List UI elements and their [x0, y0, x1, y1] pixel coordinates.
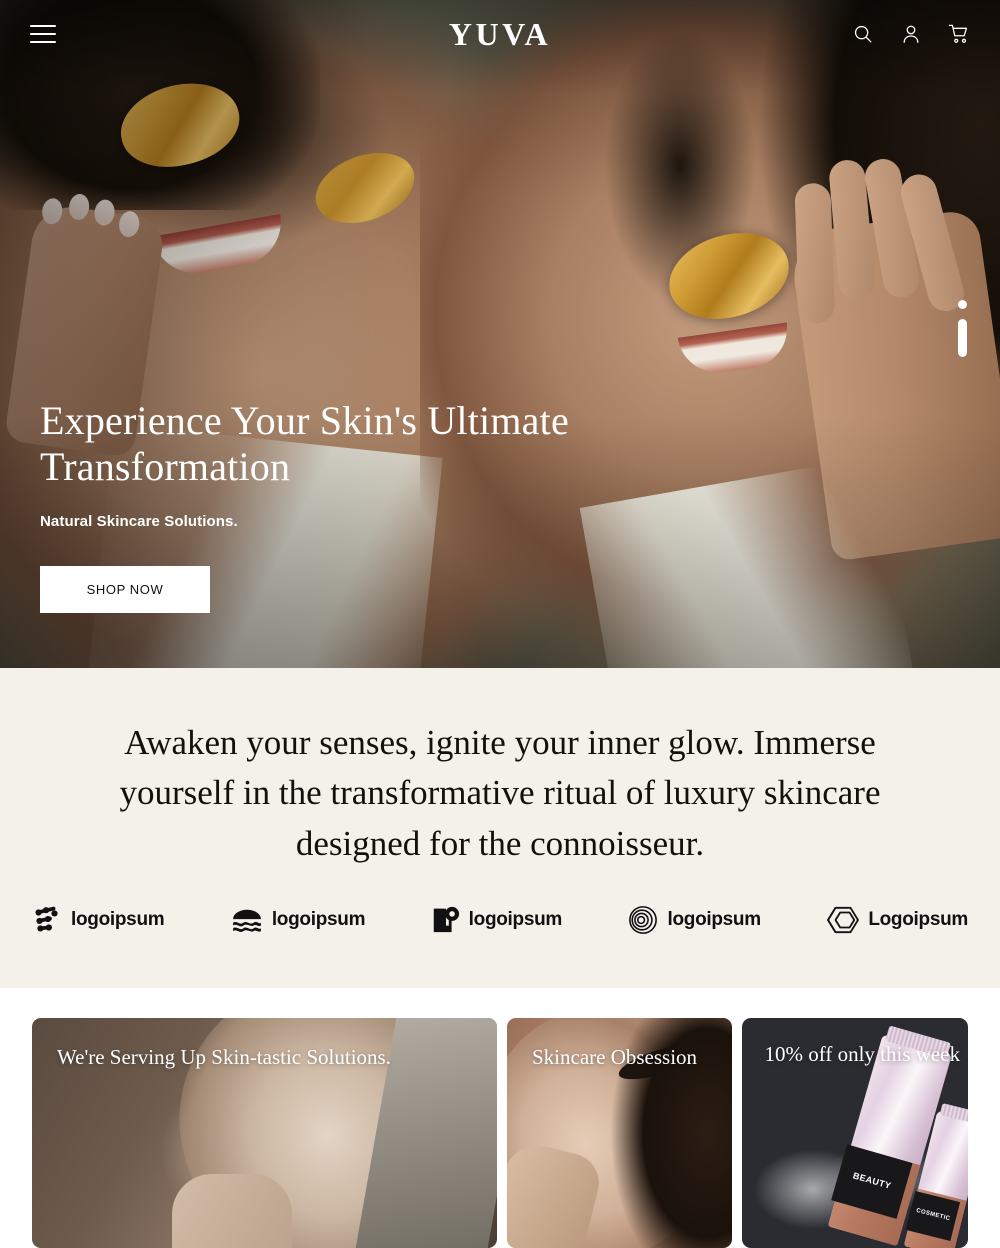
card-serving-up[interactable]: We're Serving Up Skin-tastic Solutions.	[32, 1018, 497, 1248]
search-icon[interactable]	[852, 23, 874, 45]
logoipsum-spiral-icon	[629, 906, 658, 935]
shop-now-button[interactable]: SHOP NOW	[40, 565, 210, 613]
site-header: YUVA	[0, 0, 1000, 68]
page-root: YUVA Experience Your Skin's Ultimate Tra…	[0, 0, 1000, 1248]
carousel-indicators	[958, 300, 967, 357]
card-skincare-obsession[interactable]: Skincare Obsession	[506, 1018, 733, 1248]
hamburger-menu-icon[interactable]	[30, 25, 56, 43]
logo-label-2: logoipsum	[271, 909, 366, 931]
logo-item-1[interactable]: logoipsum	[32, 905, 165, 935]
logo-item-3[interactable]: logoipsum	[432, 906, 562, 934]
card-serving-up-title: We're Serving Up Skin-tastic Solutions.	[57, 1045, 391, 1069]
logoipsum-square-dot-icon	[433, 907, 459, 933]
logo-item-2[interactable]: logoipsum	[231, 907, 365, 933]
carousel-dot-1[interactable]	[958, 300, 967, 309]
hero-section: YUVA Experience Your Skin's Ultimate Tra…	[0, 0, 1000, 668]
carousel-dot-2-active[interactable]	[958, 319, 967, 357]
logoipsum-waves-icon	[232, 909, 261, 933]
hero-title: Experience Your Skin's Ultimate Transfor…	[40, 398, 569, 490]
card-skincare-obsession-title: Skincare Obsession	[531, 1045, 698, 1069]
logoipsum-hexagon-icon	[827, 907, 860, 934]
logo-item-4[interactable]: logoipsum	[628, 905, 761, 935]
logoipsum-blobs-icon	[35, 906, 58, 932]
site-logo[interactable]: YUVA	[449, 16, 551, 53]
card-promo-discount[interactable]: BEAUTY COSMETIC 10% off only this week	[742, 1018, 968, 1248]
card-promo-title: 10% off only this week	[764, 1042, 961, 1066]
logo-item-5[interactable]: Logoipsum	[827, 905, 968, 935]
logo-label-1: logoipsum	[71, 909, 165, 931]
header-icon-group	[852, 23, 970, 45]
partner-logo-strip: logoipsum logoipsum logoipsum logoipsum …	[0, 905, 1000, 935]
feature-cards-section: We're Serving Up Skin-tastic Solutions. …	[0, 1018, 1000, 1248]
hero-subtitle: Natural Skincare Solutions.	[40, 512, 238, 530]
product-label-text: BEAUTY	[852, 1170, 893, 1192]
cart-icon[interactable]	[948, 23, 970, 45]
logo-label-3: logoipsum	[468, 909, 563, 931]
logo-label-5: Logoipsum	[868, 909, 968, 931]
hero-copy: Experience Your Skin's Ultimate Transfor…	[40, 398, 640, 613]
account-icon[interactable]	[900, 23, 922, 45]
brand-statement-section: Awaken your senses, ignite your inner gl…	[0, 668, 1000, 988]
logo-label-4: logoipsum	[667, 909, 761, 931]
product-label-text-small: COSMETIC	[915, 1208, 952, 1223]
brand-quote: Awaken your senses, ignite your inner gl…	[119, 723, 881, 863]
